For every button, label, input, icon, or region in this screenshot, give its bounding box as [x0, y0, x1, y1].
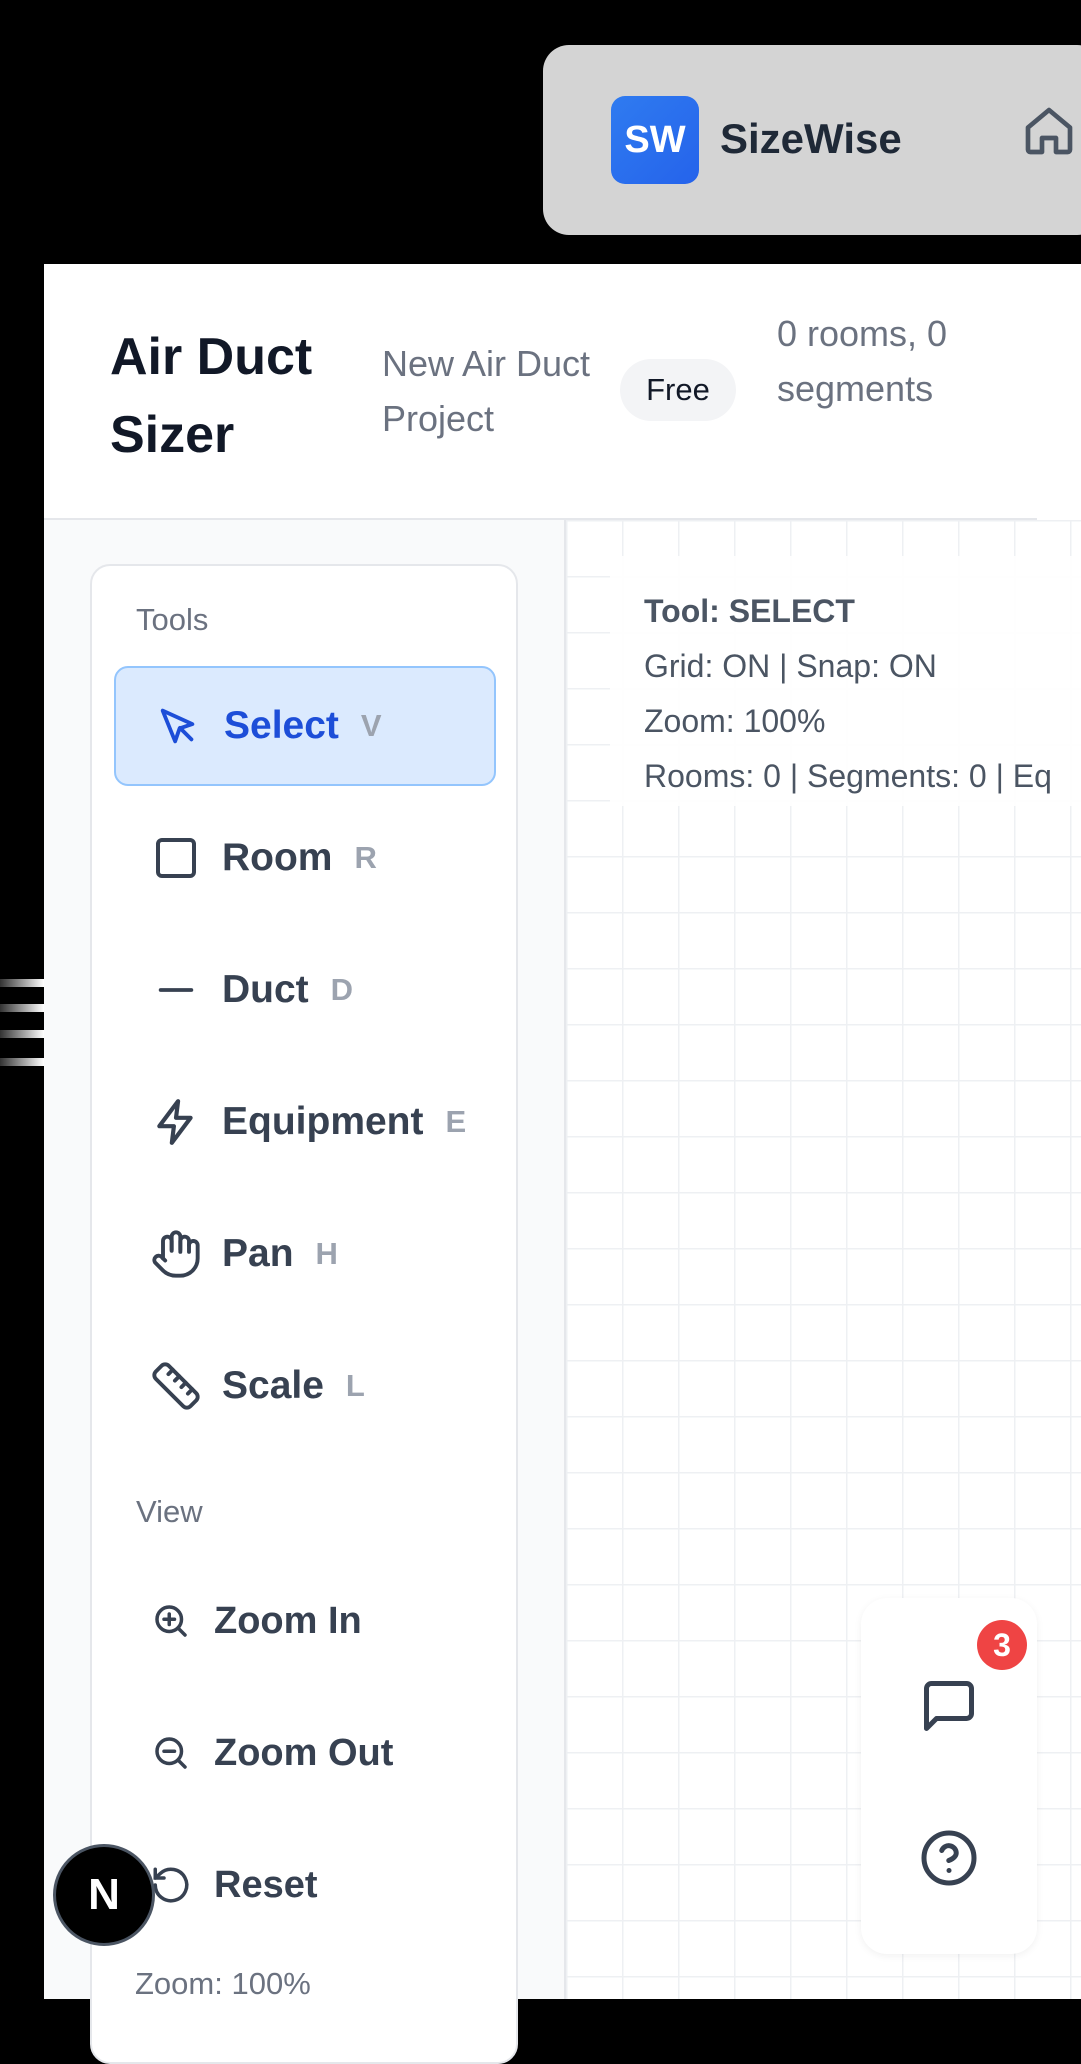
zoom-in-icon	[150, 1600, 192, 1642]
page-header: Air Duct Sizer New Air Duct Project Free…	[44, 264, 1037, 520]
shortcut-key: R	[354, 840, 377, 875]
cursor-arrow-icon	[152, 700, 204, 752]
tool-label: Equipment	[222, 1100, 424, 1143]
tools-panel: Tools Select V Room R Duct D Equipment E…	[90, 564, 518, 2064]
tool-scale-button[interactable]: Scale L	[114, 1326, 496, 1446]
view-item-label: Reset	[214, 1863, 318, 1906]
edge-glow-line	[0, 979, 44, 987]
zoom-out-icon	[150, 1732, 192, 1774]
app-logo[interactable]: SW	[611, 96, 699, 184]
status-tool: Tool: SELECT	[644, 593, 855, 629]
square-icon	[150, 832, 202, 884]
plan-badge: Free	[620, 359, 736, 421]
chat-icon[interactable]	[919, 1676, 979, 1736]
tool-pan-button[interactable]: Pan H	[114, 1194, 496, 1314]
tool-room-button[interactable]: Room R	[114, 798, 496, 918]
lightning-icon	[150, 1096, 202, 1148]
edge-glow-line	[0, 1058, 44, 1066]
nextjs-dev-indicator[interactable]: N	[53, 1844, 155, 1946]
zoom-out-button[interactable]: Zoom Out	[114, 1698, 496, 1808]
view-item-label: Zoom In	[214, 1599, 362, 1642]
page-title: Air Duct Sizer	[110, 328, 313, 464]
edge-glow-line	[0, 1030, 44, 1038]
edge-glow-line	[0, 1004, 44, 1012]
tool-equipment-button[interactable]: Equipment E	[114, 1062, 496, 1182]
shortcut-key: V	[360, 708, 382, 743]
top-navigation: SW SizeWise	[543, 45, 1081, 235]
canvas-status-overlay: Tool: SELECT Grid: ON | Snap: ON Zoom: 1…	[610, 556, 1081, 806]
help-icon[interactable]	[919, 1828, 979, 1888]
view-section-label: View	[136, 1494, 203, 1529]
shortcut-key: E	[445, 1104, 467, 1139]
status-counts: Rooms: 0 | Segments: 0 | Eq	[644, 758, 1052, 794]
tool-label: Scale	[222, 1364, 324, 1407]
zoom-in-button[interactable]: Zoom In	[114, 1566, 496, 1676]
hand-icon	[150, 1228, 202, 1280]
project-name[interactable]: New Air Duct Project	[382, 336, 622, 446]
tool-duct-button[interactable]: Duct D	[114, 930, 496, 1050]
floating-actions: 3	[861, 1598, 1037, 1954]
tool-label: Pan	[222, 1232, 294, 1275]
home-icon[interactable]	[1021, 103, 1077, 159]
project-counts: 0 rooms, 0 segments	[777, 313, 948, 409]
view-item-label: Zoom Out	[214, 1731, 394, 1774]
status-grid-snap: Grid: ON | Snap: ON	[644, 648, 937, 684]
shortcut-key: D	[330, 972, 354, 1007]
brand-name[interactable]: SizeWise	[720, 115, 902, 163]
tool-label: Room	[222, 836, 333, 879]
ruler-icon	[150, 1360, 202, 1412]
tool-label: Duct	[222, 968, 309, 1011]
tool-select-button[interactable]: Select V	[114, 666, 496, 786]
shortcut-key: H	[315, 1236, 338, 1271]
minus-line-icon	[150, 964, 202, 1016]
sidebar: Tools Select V Room R Duct D Equipment E…	[44, 520, 566, 2064]
notification-badge: 3	[977, 1620, 1027, 1670]
reset-view-button[interactable]: Reset	[114, 1830, 496, 1940]
zoom-footer-label: Zoom: 100%	[135, 1966, 311, 2001]
shortcut-key: L	[345, 1368, 365, 1403]
tool-label: Select	[224, 704, 339, 747]
tools-section-label: Tools	[136, 602, 209, 637]
status-zoom: Zoom: 100%	[644, 703, 826, 739]
reset-icon	[150, 1864, 192, 1906]
